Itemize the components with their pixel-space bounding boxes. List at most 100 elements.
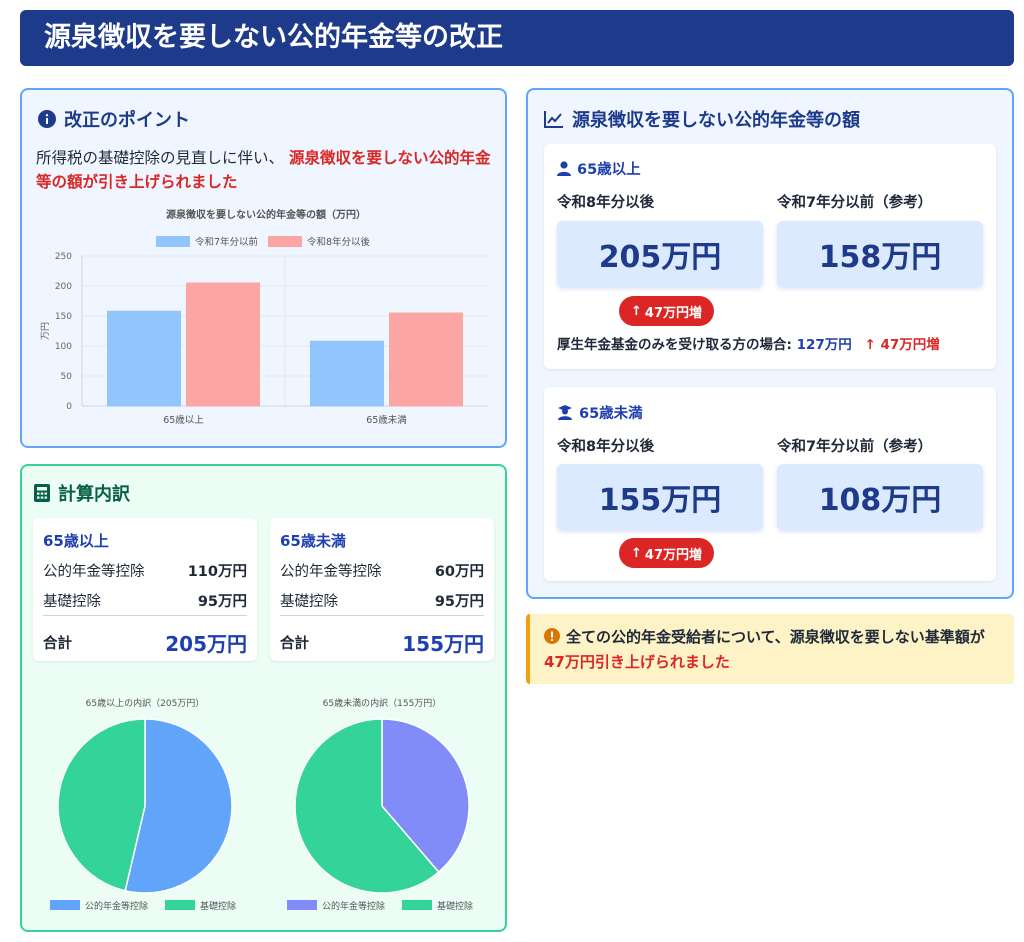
over65-title: 65歳以上 — [577, 162, 641, 178]
increase-badge: ↑ 47万円増 — [619, 538, 714, 568]
calc-total: 合計 155万円 — [280, 628, 484, 657]
calc-row-value: 60万円 — [434, 564, 484, 580]
y-tick-label: 100 — [55, 342, 72, 352]
calc-row-value: 95万円 — [197, 594, 247, 610]
pie-chart-over65: 65歳以上の内訳（205万円） 公的年金等控除 基礎控除 — [50, 697, 236, 912]
col-before-label: 令和7年分以前（参考） — [777, 439, 933, 455]
before-amount: 158万円 — [777, 221, 983, 287]
alert-box: 全ての公的年金受給者について、源泉徴収を要しない基準額が 47万円引き上げられまし… — [526, 614, 1014, 684]
total-label: 合計 — [280, 636, 309, 652]
legend-label: 基礎控除 — [200, 900, 236, 912]
after-amount: 155万円 — [557, 464, 763, 530]
bar — [107, 310, 181, 407]
y-axis-label: 万円 — [40, 322, 51, 340]
legend-label: 公的年金等控除 — [322, 900, 385, 912]
note-badge-text: 47万円増 — [880, 337, 940, 353]
arrow-up-icon: ↑ — [631, 545, 642, 561]
page-header: 源泉徴収を要しない公的年金等の改正 — [20, 10, 1014, 66]
y-tick-label: 0 — [66, 402, 72, 412]
total-label: 合計 — [43, 636, 72, 652]
badge-text: 47万円増 — [644, 305, 702, 321]
calc-under65-title: 65歳未満 — [280, 532, 346, 550]
calculator-icon — [34, 484, 50, 502]
info-icon — [38, 110, 56, 128]
total-value: 205万円 — [165, 632, 247, 656]
legend-label: 公的年金等控除 — [85, 900, 148, 912]
calc-row: 公的年金等控除 110万円 — [43, 560, 247, 581]
pie-chart-under65: 65歳未満の内訳（155万円） 公的年金等控除 基礎控除 — [287, 697, 473, 912]
divider — [280, 615, 484, 616]
note-increase: ↑ 47万円増 — [865, 337, 940, 353]
line-chart-icon — [544, 110, 564, 128]
point-lead: 所得税の基礎控除の見直しに伴い、 源泉徴収を要しない公的年金等の額が引き上げられ… — [36, 146, 496, 194]
calc-over65-title: 65歳以上 — [43, 532, 109, 550]
over65-heading: 65歳以上 — [557, 158, 641, 179]
calc-row-label: 基礎控除 — [280, 594, 338, 610]
under65-heading: 65歳未満 — [557, 402, 643, 423]
chart-title: 源泉徴収を要しない公的年金等の額（万円） — [166, 208, 366, 221]
legend-swatch — [402, 900, 432, 910]
legend-label: 基礎控除 — [437, 900, 473, 912]
calc-title: 計算内訳 — [58, 484, 130, 505]
alert-emphasis: 47万円引き上げられました — [544, 653, 730, 671]
page-title: 源泉徴収を要しない公的年金等の改正 — [44, 22, 503, 53]
alert-text: 全ての公的年金受給者について、源泉徴収を要しない基準額が 47万円引き上げられまし… — [544, 626, 1004, 674]
arrow-up-icon: ↑ — [864, 337, 876, 353]
legend-swatch — [50, 900, 80, 910]
calc-row-label: 基礎控除 — [43, 594, 101, 610]
x-tick-label: 65歳以上 — [163, 414, 204, 426]
legend-swatch — [268, 236, 302, 247]
alert-prefix: 全ての公的年金受給者について、源泉徴収を要しない基準額が — [566, 628, 985, 646]
bar — [310, 340, 384, 407]
y-tick-label: 150 — [55, 312, 72, 322]
calc-row-label: 公的年金等控除 — [43, 564, 145, 580]
calc-row: 基礎控除 95万円 — [280, 590, 484, 611]
calc-row: 公的年金等控除 60万円 — [280, 560, 484, 581]
arrow-up-icon: ↑ — [631, 303, 642, 319]
lead-prefix: 所得税の基礎控除の見直しに伴い、 — [36, 149, 285, 167]
pie-slice — [57, 718, 146, 892]
bar-chart: 源泉徴収を要しない公的年金等の額（万円） 令和7年分以前 令和8年分以後 0 50 100… — [40, 208, 488, 426]
bar — [186, 282, 260, 407]
after-amount: 205万円 — [557, 221, 763, 287]
calc-row-label: 公的年金等控除 — [280, 564, 382, 580]
total-value: 155万円 — [402, 632, 484, 656]
user-icon — [557, 161, 571, 176]
calc-row-value: 110万円 — [187, 564, 247, 580]
y-tick-label: 250 — [55, 252, 72, 262]
pension-fund-note: 厚生年金基金のみを受け取る方の場合: 127万円 ↑ 47万円増 — [557, 333, 940, 353]
before-amount: 108万円 — [777, 464, 983, 530]
calc-over65-card: 65歳以上 公的年金等控除 110万円 基礎控除 95万円 合計 205万円 — [33, 518, 257, 661]
pie-title: 65歳未満の内訳（155万円） — [323, 697, 442, 709]
legend-label: 令和7年分以前 — [195, 236, 258, 248]
legend-swatch — [287, 900, 317, 910]
calc-under65-card: 65歳未満 公的年金等控除 60万円 基礎控除 95万円 合計 155万円 — [270, 518, 494, 661]
user-graduate-icon — [557, 405, 573, 420]
point-title: 改正のポイント — [64, 110, 190, 131]
amounts-title: 源泉徴収を要しない公的年金等の額 — [572, 110, 860, 131]
calc-row: 基礎控除 95万円 — [43, 590, 247, 611]
col-after-label: 令和8年分以後 — [557, 195, 655, 211]
y-tick-label: 200 — [55, 282, 72, 292]
warning-icon — [544, 628, 560, 651]
bar — [389, 312, 463, 407]
badge-text: 47万円増 — [644, 547, 702, 563]
calc-heading: 計算内訳 — [34, 480, 130, 506]
note-value: 127万円 — [796, 337, 852, 353]
increase-badge: ↑ 47万円増 — [619, 296, 714, 326]
calc-row-value: 95万円 — [434, 594, 484, 610]
legend-swatch — [156, 236, 190, 247]
legend-label: 令和8年分以後 — [307, 236, 371, 248]
x-tick-label: 65歳未満 — [366, 414, 407, 426]
col-before-label: 令和7年分以前（参考） — [777, 195, 933, 211]
y-tick-label: 50 — [61, 372, 73, 382]
note-prefix: 厚生年金基金のみを受け取る方の場合: — [557, 337, 792, 353]
col-after-label: 令和8年分以後 — [557, 439, 655, 455]
calc-total: 合計 205万円 — [43, 628, 247, 657]
pie-title: 65歳以上の内訳（205万円） — [86, 697, 205, 709]
under65-title: 65歳未満 — [579, 406, 643, 422]
amounts-heading: 源泉徴収を要しない公的年金等の額 — [544, 106, 860, 132]
legend-swatch — [165, 900, 195, 910]
point-heading: 改正のポイント — [38, 106, 190, 132]
divider — [43, 615, 247, 616]
